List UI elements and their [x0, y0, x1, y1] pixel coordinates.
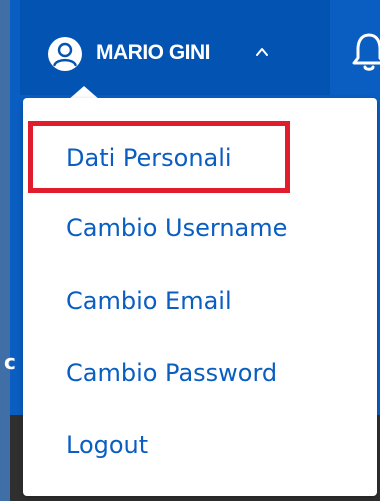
left-edge-strip — [0, 0, 10, 501]
page: MARIO GINI c Dati Personali Cambio Usern… — [0, 0, 380, 501]
menu-item-cambio-username[interactable]: Cambio Username — [66, 213, 287, 243]
menu-item-cambio-password[interactable]: Cambio Password — [66, 358, 277, 388]
partial-left-text: c — [4, 350, 16, 374]
menu-item-cambio-email[interactable]: Cambio Email — [66, 286, 232, 316]
chevron-up-icon[interactable] — [254, 44, 270, 60]
user-circle-icon — [48, 37, 82, 71]
bell-icon[interactable] — [352, 30, 380, 74]
menu-item-logout[interactable]: Logout — [66, 430, 148, 460]
user-name-label[interactable]: MARIO GINI — [96, 40, 211, 66]
highlight-annotation-box — [28, 121, 290, 193]
